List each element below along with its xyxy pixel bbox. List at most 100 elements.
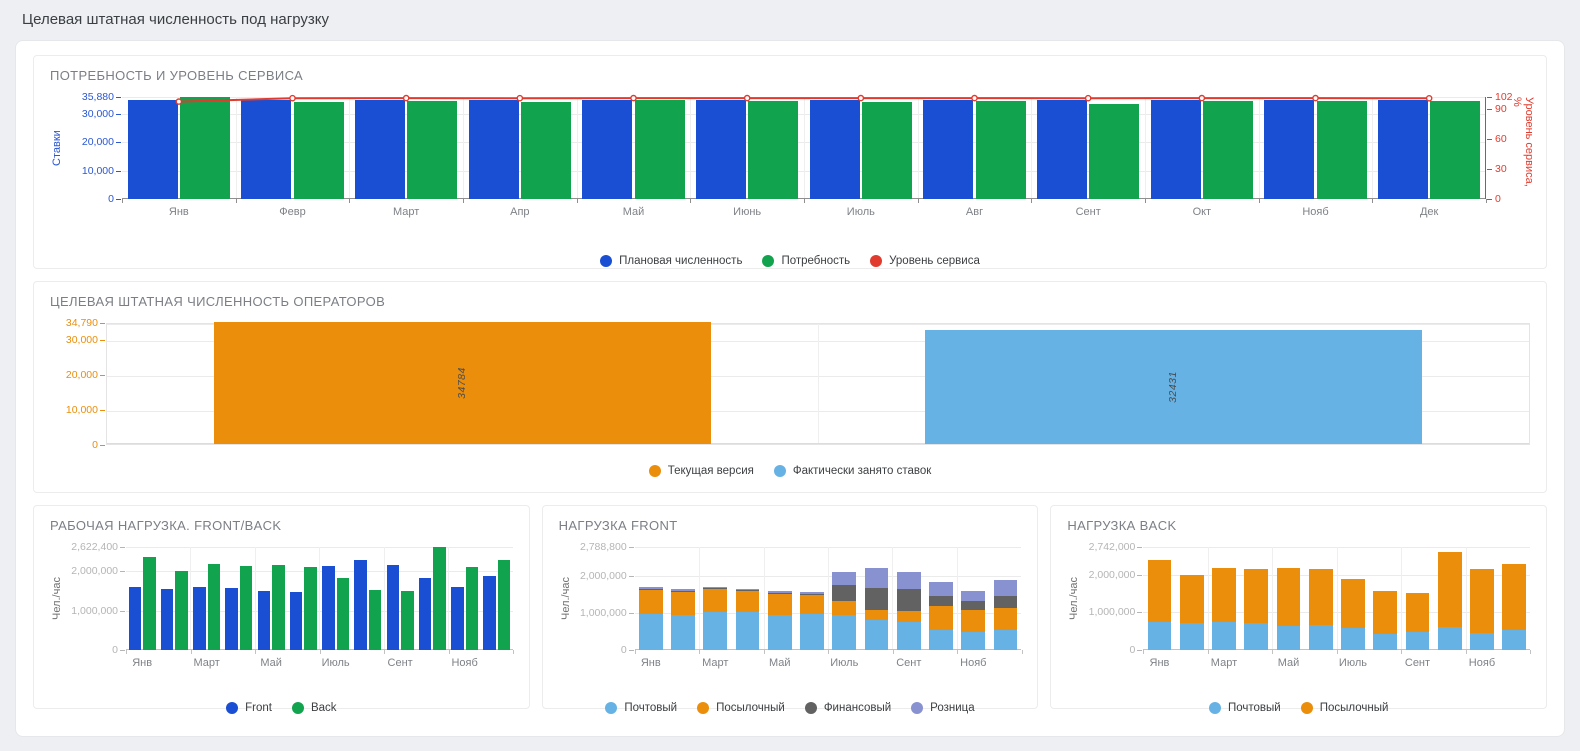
legend-item[interactable]: Плановая численность	[600, 255, 742, 267]
bar-segment[interactable]	[1308, 569, 1333, 626]
bar-segment[interactable]	[735, 611, 760, 650]
bar-segment[interactable]	[800, 593, 824, 595]
bar-segment[interactable]	[1147, 622, 1172, 650]
bar-segment[interactable]	[1373, 591, 1398, 635]
bar[interactable]	[418, 578, 432, 650]
bar-segment[interactable]	[671, 614, 695, 650]
bar-segment[interactable]	[1341, 627, 1365, 650]
bar[interactable]: 32431	[924, 330, 1423, 444]
bar-segment[interactable]	[671, 590, 695, 592]
legend-item[interactable]: Потребность	[762, 255, 850, 267]
bar-segment[interactable]	[1373, 634, 1398, 650]
bar[interactable]	[225, 588, 238, 650]
bar[interactable]	[497, 560, 511, 650]
bar-segment[interactable]	[864, 609, 889, 621]
bar-segment[interactable]	[1341, 579, 1365, 628]
bar-segment[interactable]	[929, 582, 953, 597]
line-point[interactable]	[1312, 94, 1319, 102]
line-point[interactable]	[516, 94, 524, 102]
legend-item[interactable]: Back	[291, 702, 337, 714]
bar[interactable]	[336, 577, 350, 650]
bar[interactable]	[433, 547, 446, 650]
legend-item[interactable]: Посылочный	[697, 702, 785, 714]
bar-segment[interactable]	[961, 590, 986, 602]
legend-item[interactable]: Фактически занято ставок	[773, 465, 931, 477]
bar-segment[interactable]	[1244, 622, 1269, 650]
bar-segment[interactable]	[1437, 626, 1462, 650]
bar-segment[interactable]	[800, 613, 824, 650]
bar[interactable]	[304, 566, 317, 650]
legend-item[interactable]: Почтовый	[605, 702, 677, 714]
line-point[interactable]	[971, 94, 978, 102]
bar-segment[interactable]	[703, 588, 728, 590]
bar-segment[interactable]	[800, 592, 824, 594]
bar-segment[interactable]	[1405, 592, 1430, 633]
bar-segment[interactable]	[832, 584, 857, 601]
bar-segment[interactable]	[896, 589, 921, 611]
line-point[interactable]	[175, 98, 183, 105]
bar-segment[interactable]	[993, 580, 1018, 596]
line-point[interactable]	[1425, 95, 1433, 102]
bar-segment[interactable]	[896, 571, 921, 590]
bar-segment[interactable]	[1212, 567, 1236, 622]
bar-segment[interactable]	[703, 611, 728, 650]
bar-segment[interactable]	[832, 571, 857, 585]
bar-segment[interactable]	[1212, 621, 1236, 650]
line-point[interactable]	[743, 94, 751, 102]
bar-segment[interactable]	[638, 587, 663, 589]
bar[interactable]	[401, 591, 414, 650]
bar-segment[interactable]	[767, 593, 792, 615]
bar[interactable]	[354, 560, 367, 650]
bar[interactable]	[175, 570, 188, 650]
bar-segment[interactable]	[1470, 569, 1494, 634]
bar[interactable]: 34784	[213, 322, 712, 444]
line-point[interactable]	[402, 94, 410, 102]
bar-segment[interactable]	[1470, 633, 1494, 650]
legend-item[interactable]: Почтовый	[1208, 702, 1281, 714]
bar[interactable]	[272, 564, 285, 650]
bar-segment[interactable]	[993, 630, 1018, 650]
bar-segment[interactable]	[638, 614, 663, 650]
bar-segment[interactable]	[638, 589, 663, 615]
bar-segment[interactable]	[767, 592, 792, 594]
legend-item[interactable]: Front	[226, 702, 272, 714]
bar-segment[interactable]	[864, 587, 889, 610]
bar[interactable]	[483, 575, 496, 650]
bar-segment[interactable]	[1405, 632, 1430, 650]
bar[interactable]	[193, 586, 206, 650]
line-point[interactable]	[630, 94, 637, 102]
bar-segment[interactable]	[703, 586, 728, 589]
bar-segment[interactable]	[993, 607, 1018, 631]
bar[interactable]	[386, 565, 400, 650]
bar-segment[interactable]	[1276, 567, 1301, 626]
bar-segment[interactable]	[896, 610, 921, 622]
service-level-line[interactable]	[122, 94, 1486, 199]
bar[interactable]	[368, 590, 382, 650]
bar-segment[interactable]	[735, 590, 760, 591]
bar-segment[interactable]	[961, 609, 986, 632]
line-point[interactable]	[289, 94, 296, 102]
bar-segment[interactable]	[961, 601, 986, 610]
bar[interactable]	[465, 567, 479, 650]
bar[interactable]	[322, 565, 335, 650]
legend-item[interactable]: Розница	[911, 702, 975, 714]
bar[interactable]	[128, 586, 142, 650]
bar-segment[interactable]	[703, 589, 728, 612]
bar-segment[interactable]	[1147, 560, 1172, 623]
bar-segment[interactable]	[1276, 625, 1301, 650]
bar-segment[interactable]	[929, 596, 953, 607]
bar-segment[interactable]	[961, 631, 986, 650]
bar-segment[interactable]	[735, 588, 760, 590]
bar-segment[interactable]	[929, 606, 953, 631]
bar[interactable]	[143, 557, 156, 650]
bar[interactable]	[207, 563, 221, 650]
bar-segment[interactable]	[1179, 623, 1204, 650]
bar-segment[interactable]	[1244, 569, 1269, 623]
bar[interactable]	[239, 566, 253, 650]
bar-segment[interactable]	[993, 595, 1018, 608]
legend-item[interactable]: Уровень сервиса	[870, 255, 980, 267]
bar[interactable]	[257, 591, 271, 650]
bar-segment[interactable]	[832, 600, 857, 615]
line-point[interactable]	[1198, 94, 1206, 102]
bar-segment[interactable]	[864, 568, 889, 588]
